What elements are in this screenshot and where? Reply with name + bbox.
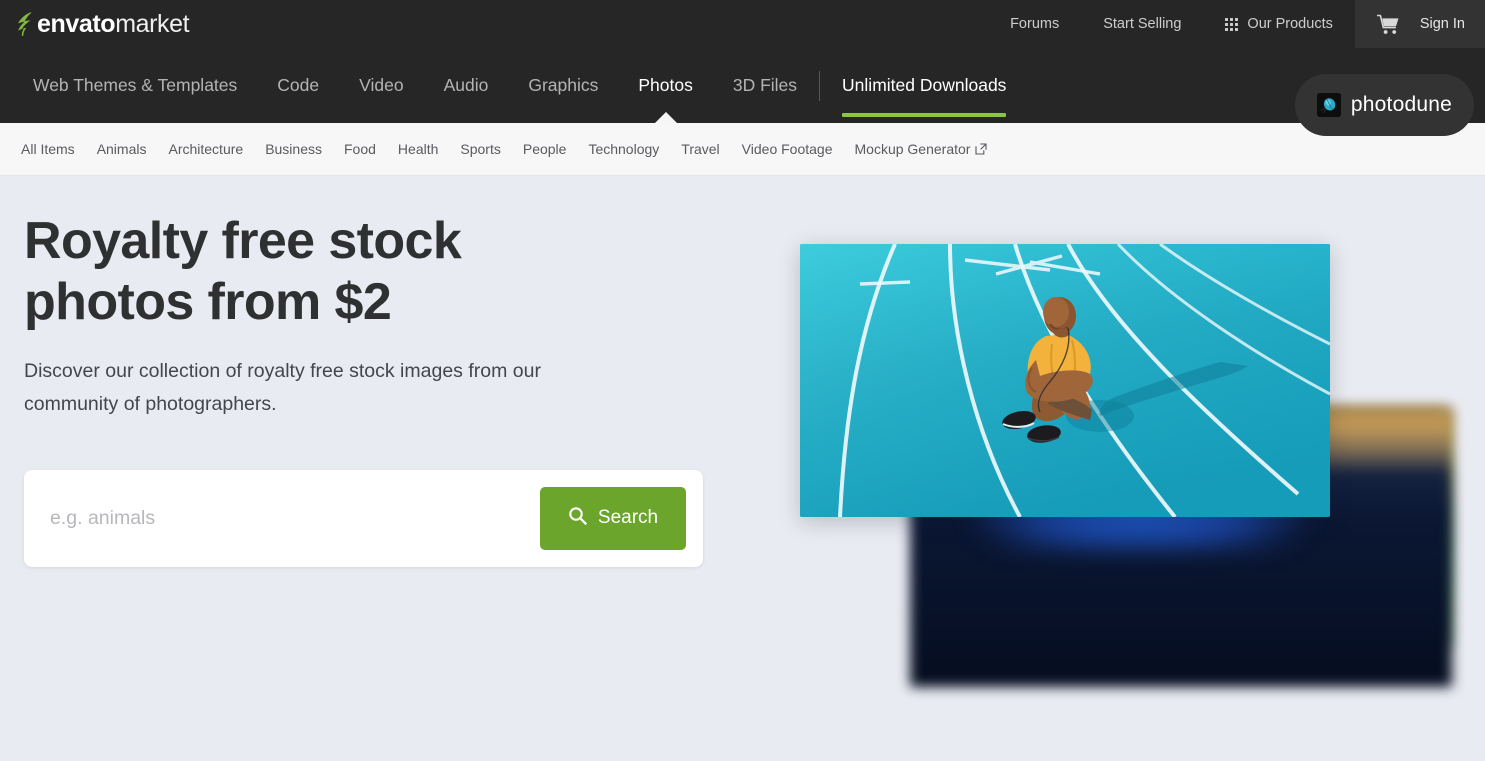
envato-leaf-icon: [14, 11, 37, 37]
page-title: Royalty free stock photos from $2: [24, 212, 462, 331]
mainnav-divider: [819, 70, 821, 101]
topnav-item-start-selling[interactable]: Start Selling: [1081, 0, 1203, 48]
topbar-nav: Forums Start Selling Our Products Sign I…: [988, 0, 1485, 48]
active-tab-caret-icon: [654, 112, 677, 123]
hero-section: Royalty free stock photos from $2 Discov…: [0, 176, 1485, 761]
topnav-label-forums: Forums: [1010, 16, 1060, 32]
subnav-label-technology: Technology: [588, 141, 660, 157]
subnav-item-architecture[interactable]: Architecture: [157, 141, 254, 157]
mainnav-item-graphics[interactable]: Graphics: [508, 48, 618, 123]
search-input[interactable]: [50, 506, 540, 530]
cart-icon: [1376, 14, 1400, 35]
mainnav-item-photos[interactable]: Photos: [618, 48, 712, 123]
sign-in-button[interactable]: Sign In: [1354, 0, 1485, 48]
subnav-label-sports: Sports: [460, 141, 501, 157]
subnav-label-video-footage: Video Footage: [741, 141, 833, 157]
subnav-label-people: People: [522, 141, 567, 157]
mainnav-item-web-themes[interactable]: Web Themes & Templates: [13, 48, 257, 123]
subnav-item-business[interactable]: Business: [254, 141, 333, 157]
mainnav-label-web-themes: Web Themes & Templates: [33, 75, 238, 95]
mainnav-label-photos: Photos: [638, 75, 693, 95]
subnav-label-animals: Animals: [96, 141, 147, 157]
subnav-item-all-items[interactable]: All Items: [10, 141, 86, 157]
photodune-label: photodune: [1350, 93, 1452, 116]
subnav-item-health[interactable]: Health: [387, 141, 449, 157]
mainnav-label-code: Code: [277, 75, 320, 95]
hero-image-carousel[interactable]: [800, 176, 1485, 761]
hero-image-front[interactable]: [800, 244, 1330, 517]
logo-text-envato: envato: [37, 9, 116, 38]
unlimited-downloads-underline: [842, 113, 1007, 117]
subnav-item-technology[interactable]: Technology: [577, 141, 670, 157]
photodune-beetle-icon: [1316, 93, 1341, 117]
search-icon: [568, 506, 587, 531]
subnav-label-travel: Travel: [681, 141, 720, 157]
mainnav-item-3d-files[interactable]: 3D Files: [713, 48, 817, 123]
page-subtitle: Discover our collection of royalty free …: [24, 359, 541, 416]
photodune-brand-badge[interactable]: photodune: [1294, 74, 1474, 136]
subnav-item-animals[interactable]: Animals: [86, 141, 158, 157]
category-subnav: All Items Animals Architecture Business …: [0, 123, 1485, 176]
subnav-label-all-items: All Items: [21, 141, 75, 157]
main-nav: Web Themes & Templates Code Video Audio …: [0, 48, 1485, 136]
topnav-label-our-products: Our Products: [1247, 16, 1333, 32]
subnav-item-mockup-generator[interactable]: Mockup Generator: [844, 141, 999, 157]
subnav-label-business: Business: [265, 141, 322, 157]
topnav-label-start-selling: Start Selling: [1103, 16, 1182, 32]
subnav-label-health: Health: [397, 141, 439, 157]
top-bar: envatomarket Forums Start Selling Our Pr…: [0, 0, 1485, 48]
mainnav-item-video[interactable]: Video: [339, 48, 423, 123]
mainnav-label-3d-files: 3D Files: [732, 75, 798, 95]
mainnav-item-audio[interactable]: Audio: [424, 48, 509, 123]
mainnav-label-video: Video: [359, 75, 404, 95]
subnav-label-architecture: Architecture: [168, 141, 244, 157]
envato-market-logo[interactable]: envatomarket: [0, 0, 190, 48]
subnav-item-video-footage[interactable]: Video Footage: [731, 141, 844, 157]
hero-copy: Royalty free stock photos from $2 Discov…: [24, 211, 714, 567]
grid-icon: [1225, 17, 1239, 31]
subnav-item-sports[interactable]: Sports: [449, 141, 511, 157]
subnav-item-food[interactable]: Food: [333, 141, 387, 157]
mainnav-label-graphics: Graphics: [528, 75, 599, 95]
external-link-icon: [975, 143, 988, 155]
topnav-item-our-products[interactable]: Our Products: [1203, 0, 1354, 48]
mainnav-label-unlimited-downloads: Unlimited Downloads: [842, 75, 1007, 95]
search-button[interactable]: Search: [540, 486, 686, 550]
mainnav-item-code[interactable]: Code: [257, 48, 339, 123]
subnav-label-mockup-generator: Mockup Generator: [854, 141, 971, 157]
subnav-item-travel[interactable]: Travel: [670, 141, 730, 157]
subnav-item-people[interactable]: People: [512, 141, 578, 157]
search-card: Search: [24, 469, 703, 567]
sign-in-label: Sign In: [1419, 16, 1465, 32]
mainnav-item-unlimited-downloads[interactable]: Unlimited Downloads: [822, 48, 1026, 123]
subnav-label-food: Food: [344, 141, 376, 157]
topnav-item-forums[interactable]: Forums: [988, 0, 1081, 48]
mainnav-label-audio: Audio: [443, 75, 489, 95]
logo-text-market: market: [115, 9, 190, 38]
search-button-label: Search: [597, 507, 659, 529]
